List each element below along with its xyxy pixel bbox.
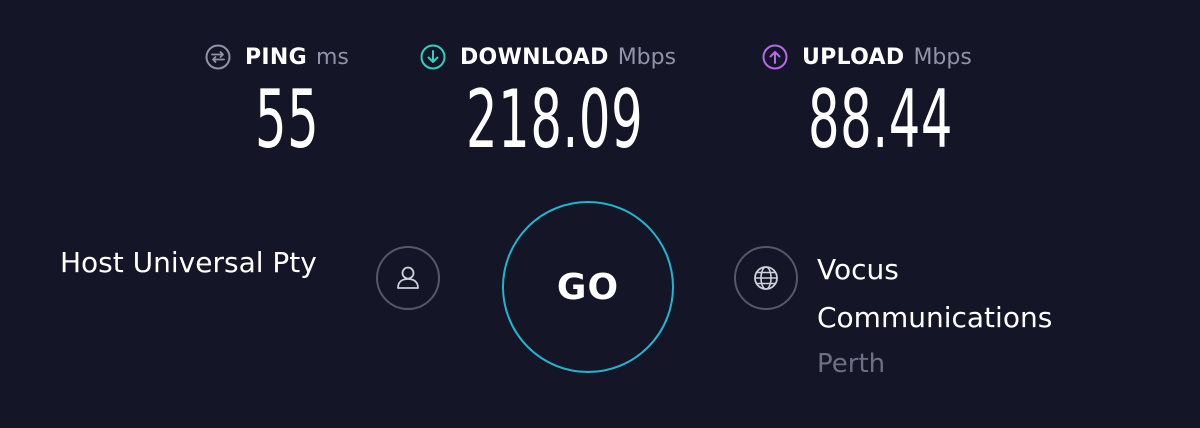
ping-header: PING ms	[205, 40, 349, 74]
ping-icon	[205, 44, 231, 70]
upload-metric: UPLOAD Mbps 88.44	[762, 40, 972, 160]
upload-unit: Mbps	[913, 44, 972, 70]
isp-name-line2: Communications	[817, 301, 1053, 334]
user-icon	[397, 266, 419, 289]
download-label: DOWNLOAD	[460, 44, 609, 70]
ping-metric: PING ms 55	[205, 40, 349, 160]
host-name[interactable]: Host Universal Pty	[60, 246, 317, 279]
go-label: GO	[556, 266, 620, 308]
isp-info: Vocus Communications Perth	[817, 246, 1177, 384]
isp-name-line1: Vocus	[817, 253, 899, 286]
ping-value: 55	[255, 73, 320, 166]
upload-value: 88.44	[808, 73, 954, 166]
download-header: DOWNLOAD Mbps	[420, 40, 676, 74]
download-metric: DOWNLOAD Mbps 218.09	[420, 40, 676, 160]
isp-location: Perth	[817, 349, 886, 379]
upload-arrow-icon	[762, 44, 788, 70]
speedtest-panel: PING ms 55 DOWNLOAD Mbps 218.09 UPLOAD M…	[0, 0, 1200, 428]
go-button[interactable]: GO	[502, 201, 674, 373]
download-value: 218.09	[466, 73, 644, 166]
download-arrow-icon	[420, 44, 446, 70]
isp-button[interactable]	[734, 246, 798, 310]
upload-label: UPLOAD	[802, 44, 905, 70]
globe-icon	[754, 266, 778, 290]
download-unit: Mbps	[617, 44, 677, 70]
ping-label: PING	[245, 44, 307, 70]
upload-header: UPLOAD Mbps	[762, 40, 972, 74]
ping-unit: ms	[315, 44, 349, 70]
host-selector-button[interactable]	[376, 246, 440, 310]
